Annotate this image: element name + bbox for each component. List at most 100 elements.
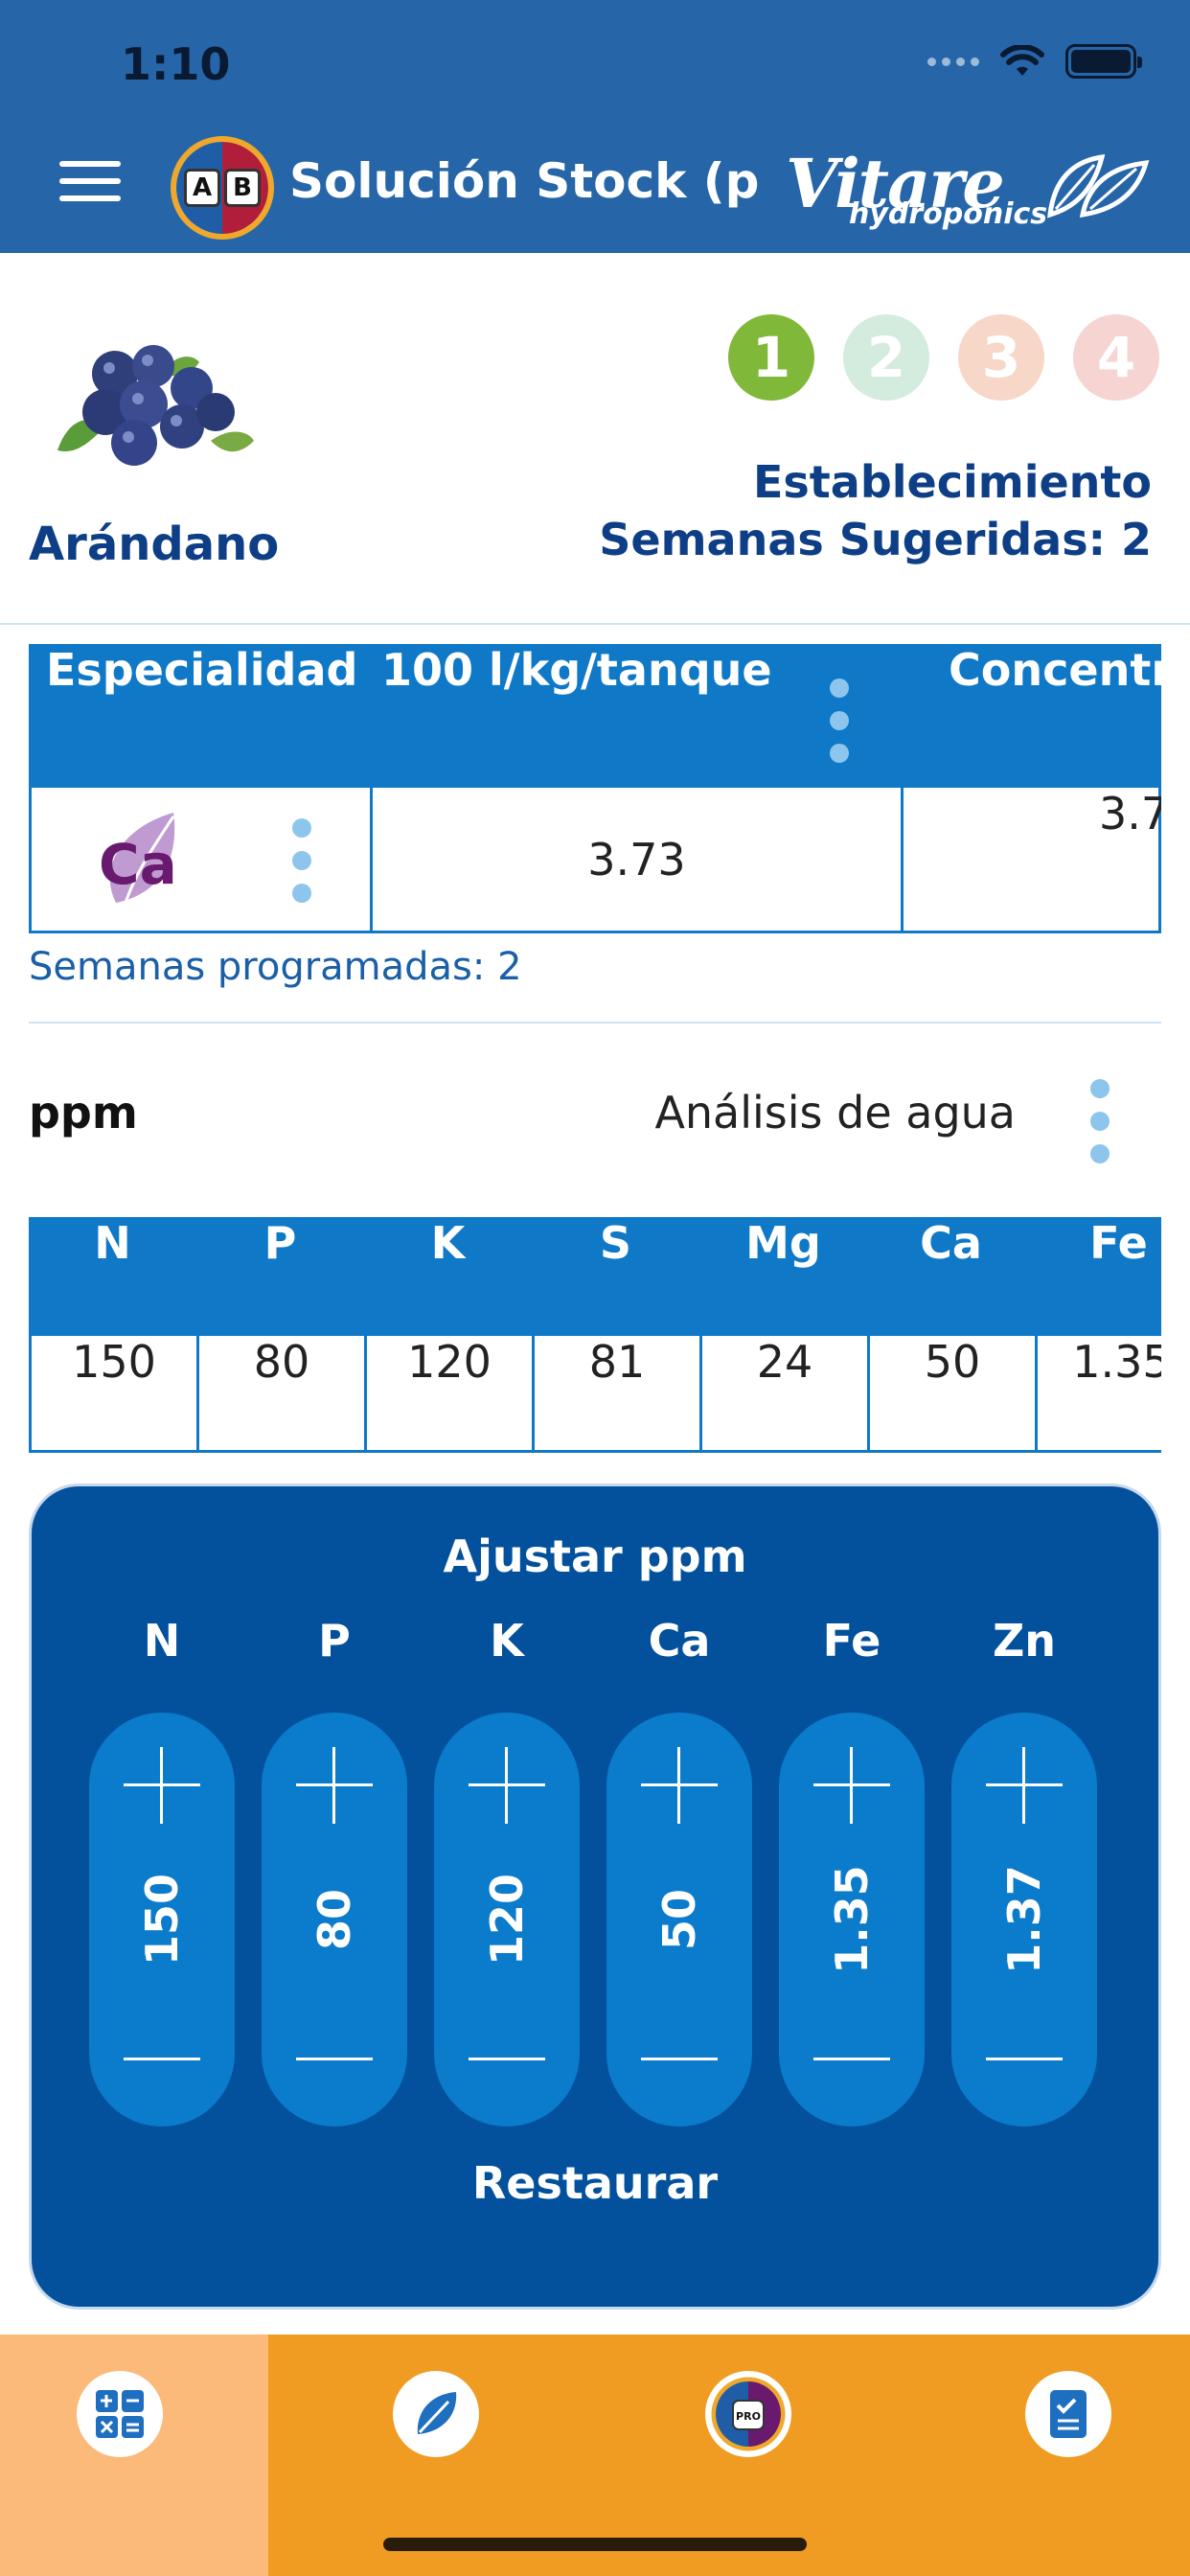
adjust-column-p: P 80	[262, 1615, 407, 2127]
ab-solution-logo: A B	[171, 136, 274, 240]
increase-button[interactable]	[813, 1747, 890, 1824]
ppm-label: ppm	[29, 1087, 138, 1138]
stepper-value: 50	[653, 1888, 705, 1951]
stepper-value: 80	[309, 1888, 360, 1951]
nutrient-header: S	[599, 1217, 632, 1269]
app-header: 1:10 A B Solución Stock (pr... Vitare hy…	[0, 0, 1190, 253]
brand-sub: hydroponics	[849, 197, 1048, 231]
tab-checklist[interactable]	[920, 2334, 1190, 2576]
nutrient-value: 81	[535, 1336, 702, 1450]
step-2-button[interactable]: 2	[843, 314, 929, 401]
adjust-element-label: Fe	[822, 1615, 881, 1667]
adjust-column-ca: Ca 50	[606, 1615, 752, 2127]
adjust-column-k: K 120	[434, 1615, 580, 2127]
adjust-element-label: P	[318, 1615, 351, 1667]
nutrient-header: N	[94, 1217, 131, 1269]
step-1-button[interactable]: 1	[728, 314, 814, 401]
stage-steps: 1 2 3 4	[728, 314, 1159, 401]
decrease-button[interactable]	[469, 2044, 545, 2073]
hamburger-menu-button[interactable]	[59, 161, 121, 207]
specialty-cell: Ca	[32, 788, 373, 931]
logo-letter-a: A	[184, 169, 220, 207]
step-4-button[interactable]: 4	[1073, 314, 1159, 401]
nutrient-header: Fe	[1089, 1217, 1148, 1269]
nutrient-header: Mg	[745, 1217, 821, 1269]
product-icon: PRO	[705, 2371, 791, 2457]
adjust-element-label: Zn	[992, 1615, 1057, 1667]
adjust-ppm-panel: Ajustar ppm N 150 P 80 K 120 Ca 50 Fe 1.…	[29, 1484, 1161, 2310]
stepper-value: 1.37	[998, 1865, 1050, 1974]
table-row: 150 80 120 81 24 50 1.35	[29, 1336, 1161, 1453]
product-table-header: Especialidad 100 l/kg/tanque Concentr	[29, 644, 1161, 788]
column-header-specialty: Especialidad	[46, 644, 358, 696]
crop-name: Arándano	[29, 518, 280, 571]
nutrient-value: 24	[702, 1336, 870, 1450]
nutrient-value: 50	[870, 1336, 1038, 1450]
increase-button[interactable]	[986, 1747, 1063, 1824]
nutrient-table[interactable]: N P K S Mg Ca Fe 150 80 120 81 24 50 1.3…	[29, 1217, 1161, 1453]
dose-cell: 3.73	[373, 788, 904, 931]
ca-label: Ca	[99, 832, 177, 897]
weeks-programmed: Semanas programadas: 2	[29, 945, 522, 989]
battery-icon	[1065, 44, 1142, 79]
nutrient-value: 1.35	[1072, 1336, 1161, 1388]
nutrient-header: P	[263, 1217, 297, 1269]
ppm-stepper-zn: 1.37	[951, 1713, 1097, 2127]
decrease-button[interactable]	[296, 2044, 373, 2073]
adjust-column-n: N 150	[89, 1615, 235, 2127]
decrease-button[interactable]	[124, 2044, 200, 2073]
nutrient-value: 80	[199, 1336, 367, 1450]
product-table[interactable]: Especialidad 100 l/kg/tanque Concentr Ca…	[29, 644, 1161, 933]
adjust-element-label: N	[143, 1615, 181, 1667]
weeks-suggested: Semanas Sugeridas: 2	[599, 514, 1152, 565]
water-analysis-options-button[interactable]	[1090, 1079, 1110, 1163]
restore-button[interactable]: Restaurar	[32, 2157, 1158, 2209]
adjust-column-zn: Zn 1.37	[951, 1615, 1097, 2127]
ppm-stepper-ca: 50	[606, 1713, 752, 2127]
table-row: Ca 3.73 3.7	[29, 788, 1161, 933]
ppm-stepper-fe: 1.35	[779, 1713, 925, 2127]
decrease-button[interactable]	[813, 2044, 890, 2073]
increase-button[interactable]	[124, 1747, 200, 1824]
dose-options-button[interactable]	[830, 678, 849, 763]
blueberries-image	[57, 345, 254, 466]
svg-text:PRO: PRO	[736, 2410, 761, 2423]
column-header-concentration: Concentr	[949, 644, 1161, 696]
vitare-brand-logo: Vitare hydroponics	[786, 144, 1150, 231]
adjust-element-label: Ca	[648, 1615, 711, 1667]
water-analysis-label: Análisis de agua	[654, 1087, 1016, 1138]
specialty-options-button[interactable]	[292, 818, 311, 903]
nutrient-table-header: N P K S Mg Ca Fe	[29, 1217, 1161, 1336]
column-header-dose: 100 l/kg/tanque	[381, 644, 772, 696]
wifi-icon	[1000, 45, 1044, 76]
stepper-value: 150	[136, 1873, 188, 1966]
adjust-element-label: K	[490, 1615, 524, 1667]
stage-name: Establecimiento	[753, 456, 1152, 508]
leaves-logo-icon	[1047, 154, 1150, 218]
step-3-button[interactable]: 3	[958, 314, 1044, 401]
calculator-icon	[77, 2371, 163, 2457]
ppm-stepper-k: 120	[434, 1713, 580, 2127]
ppm-stepper-p: 80	[262, 1713, 407, 2127]
adjust-column-fe: Fe 1.35	[779, 1615, 925, 2127]
nutrient-value: 150	[32, 1336, 199, 1450]
concentration-cell: 3.7	[1099, 788, 1161, 840]
tab-calculator[interactable]	[0, 2334, 268, 2576]
divider	[29, 1022, 1161, 1024]
stepper-value: 1.35	[826, 1865, 878, 1974]
adjust-title: Ajustar ppm	[443, 1530, 747, 1582]
checklist-icon	[1025, 2371, 1111, 2457]
divider	[0, 623, 1190, 625]
cellular-signal-icon	[927, 57, 979, 66]
logo-letter-b: B	[224, 169, 261, 207]
decrease-button[interactable]	[641, 2044, 718, 2073]
home-indicator	[383, 2538, 807, 2551]
status-time: 1:10	[121, 38, 231, 90]
decrease-button[interactable]	[986, 2044, 1063, 2073]
nutrient-value: 120	[367, 1336, 535, 1450]
nutrient-header: K	[430, 1217, 466, 1269]
increase-button[interactable]	[469, 1747, 545, 1824]
increase-button[interactable]	[296, 1747, 373, 1824]
leaf-icon	[393, 2371, 479, 2457]
increase-button[interactable]	[641, 1747, 718, 1824]
